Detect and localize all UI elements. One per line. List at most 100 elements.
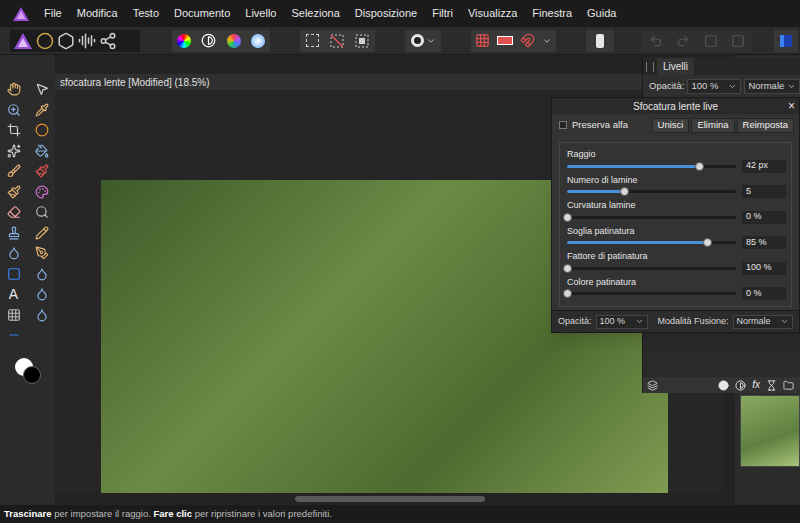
disabled-icon[interactable] <box>704 34 718 48</box>
preserve-alpha-checkbox[interactable] <box>559 121 567 129</box>
disabled-icon[interactable] <box>731 34 745 48</box>
document-tab[interactable]: sfocatura lente [Modified] (18.5%) <box>55 74 722 90</box>
invert-selection-icon[interactable] <box>355 34 369 48</box>
grid-icon[interactable] <box>475 33 490 48</box>
grip-icon[interactable] <box>646 62 654 72</box>
slider-track[interactable] <box>567 267 736 270</box>
tool-button[interactable] <box>34 120 50 141</box>
tool-button[interactable] <box>6 120 22 141</box>
tool-button[interactable] <box>6 243 22 264</box>
opacity-field[interactable]: 100 % <box>596 315 648 329</box>
dialog-button[interactable]: Elimina <box>691 118 734 133</box>
layer-order-icon[interactable] <box>596 34 604 48</box>
horizontal-scrollbar[interactable] <box>55 493 722 505</box>
levels-icon[interactable] <box>177 34 191 48</box>
slider-knob[interactable] <box>563 289 572 298</box>
slider-value[interactable]: 0 % <box>742 287 786 300</box>
select-all-icon[interactable] <box>306 34 319 47</box>
menu-item[interactable]: Disposizione <box>355 5 417 22</box>
tool-button[interactable] <box>6 305 22 326</box>
assistant-icon[interactable] <box>497 36 513 45</box>
tool-button[interactable] <box>6 264 22 285</box>
tool-button[interactable] <box>34 243 50 264</box>
slider-knob[interactable] <box>703 238 712 247</box>
quick-mask-icon[interactable] <box>411 34 424 47</box>
tool-button[interactable] <box>6 79 22 100</box>
tone-mapping-icon[interactable] <box>78 32 96 50</box>
slider-knob[interactable] <box>563 213 572 222</box>
tool-button[interactable] <box>34 284 50 305</box>
menu-item[interactable]: Testo <box>133 5 159 22</box>
slider-value[interactable]: 5 <box>742 185 786 198</box>
photo-persona-icon[interactable] <box>13 32 33 50</box>
menu-item[interactable]: Filtri <box>432 5 453 22</box>
menu-item[interactable]: Livello <box>245 5 276 22</box>
tool-button[interactable] <box>6 182 22 203</box>
blend-dropdown[interactable]: Normale <box>744 79 800 94</box>
slider-knob[interactable] <box>695 162 704 171</box>
live-filter-icon[interactable] <box>766 380 777 391</box>
develop-persona-icon[interactable] <box>57 32 75 50</box>
tool-button[interactable] <box>6 100 22 121</box>
tool-button[interactable] <box>34 79 50 100</box>
text-tool[interactable]: A <box>6 284 22 305</box>
slider-value[interactable]: 85 % <box>742 236 786 249</box>
undo-icon[interactable] <box>649 34 663 48</box>
menu-item[interactable]: Seleziona <box>291 5 339 22</box>
color-balance-icon[interactable] <box>227 34 241 48</box>
dropdown-icon[interactable] <box>542 36 552 46</box>
secondary-color[interactable] <box>23 366 41 384</box>
adjustment-icon[interactable] <box>735 380 746 391</box>
deselect-icon[interactable] <box>330 34 344 48</box>
slider-value[interactable]: 100 % <box>742 262 786 275</box>
slider-knob[interactable] <box>620 187 629 196</box>
tool-button[interactable] <box>34 223 50 244</box>
tool-button[interactable] <box>6 141 22 162</box>
layers-tab[interactable]: Livelli <box>657 58 694 75</box>
mask-icon[interactable] <box>718 380 729 391</box>
export-persona-icon[interactable] <box>99 32 117 50</box>
liquify-persona-icon[interactable] <box>36 32 54 50</box>
fx-button[interactable]: fx <box>752 380 760 390</box>
menu-item[interactable]: Guida <box>587 5 616 22</box>
menu-item[interactable]: Documento <box>174 5 230 22</box>
slider-track[interactable] <box>567 165 736 168</box>
blend-dropdown[interactable]: Normale <box>733 315 793 329</box>
tool-button[interactable] <box>34 100 50 121</box>
menu-item[interactable]: Finestra <box>532 5 572 22</box>
slider-track[interactable] <box>567 241 736 244</box>
contrast-icon[interactable] <box>201 33 216 48</box>
layer-stack-icon[interactable] <box>647 380 658 391</box>
slider-knob[interactable] <box>563 264 572 273</box>
tool-button[interactable] <box>34 161 50 182</box>
tool-button[interactable] <box>6 223 22 244</box>
tool-button[interactable] <box>34 264 50 285</box>
panel-toggle[interactable] <box>774 30 798 52</box>
dialog-header[interactable]: Sfocatura lente live× <box>552 98 799 114</box>
dropdown-icon[interactable] <box>426 36 436 46</box>
tool-button[interactable] <box>6 161 22 182</box>
slider-track[interactable] <box>567 292 736 295</box>
white-balance-icon[interactable] <box>251 34 265 48</box>
menu-item[interactable]: Visualizza <box>468 5 517 22</box>
menu-item[interactable]: Modifica <box>77 5 118 22</box>
close-button[interactable]: × <box>788 98 795 114</box>
tool-button[interactable] <box>6 202 22 223</box>
tool-button[interactable] <box>34 202 50 223</box>
slider-value[interactable]: 0 % <box>742 211 786 224</box>
scroll-thumb[interactable] <box>295 496 485 502</box>
dialog-button[interactable]: Unisci <box>652 118 690 133</box>
group-icon[interactable] <box>783 380 794 391</box>
navigator-thumbnail[interactable] <box>740 395 800 467</box>
slider-track[interactable] <box>567 190 736 193</box>
dialog-button[interactable]: Reimposta <box>737 118 794 133</box>
snapping-icon[interactable] <box>520 33 535 48</box>
slider-track[interactable] <box>567 216 736 219</box>
opacity-field[interactable]: 100 % <box>687 79 741 94</box>
tool-button[interactable] <box>6 325 22 346</box>
color-swatches[interactable] <box>13 356 43 386</box>
tool-button[interactable] <box>34 141 50 162</box>
slider-value[interactable]: 42 px <box>742 160 786 173</box>
tool-button[interactable] <box>34 305 50 326</box>
menu-item[interactable]: File <box>44 5 62 22</box>
